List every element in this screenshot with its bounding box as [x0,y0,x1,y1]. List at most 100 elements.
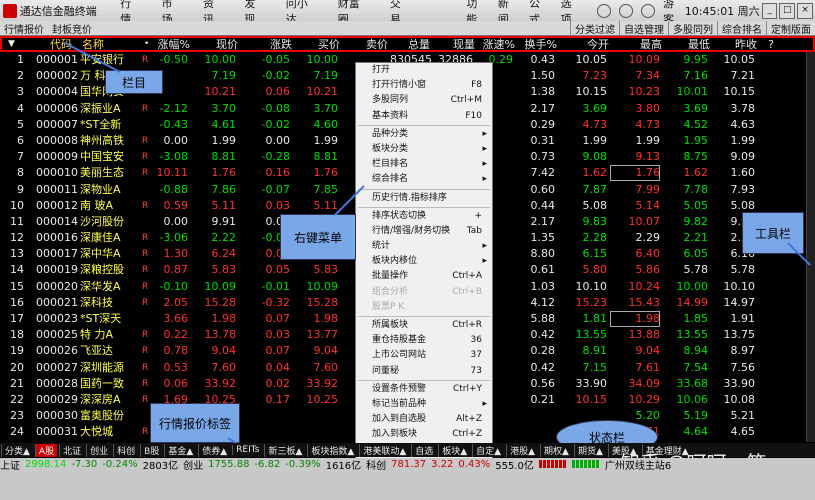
tool-button[interactable]: 综合排名 [717,20,766,36]
tool-button[interactable]: 分类过滤 [570,20,619,36]
context-menu-item[interactable]: 行情/增强/财务切换 Tab [356,224,492,239]
user-icon[interactable] [641,3,656,18]
message-icon[interactable] [597,3,612,18]
column-header[interactable]: 涨速% [481,36,515,52]
context-menu-item[interactable]: 上市公司网站 37 [356,348,492,363]
context-menu-item[interactable]: 板块分类 ▸ [356,142,492,157]
market-tab[interactable]: 科创 [113,443,138,457]
cell-chg: 0.04 [265,360,291,374]
cell-open: 6.15 [582,247,608,261]
cell-open: 8.91 [582,344,608,358]
cell-pct: -0.88 [159,182,188,196]
server-name[interactable]: 广州双线主站6 [605,457,671,472]
context-menu-item[interactable]: 问董秘 73 [356,364,492,379]
context-menu-item[interactable]: 基本资料 F10 [356,109,492,124]
column-header[interactable]: 换手% [523,36,557,52]
cell-i: 8 [17,166,24,180]
context-menu-item[interactable]: 品种分类 ▸ [356,127,492,142]
minimize-button[interactable]: _ [761,2,778,19]
market-tab[interactable]: 自选 [411,443,436,457]
context-menu-item[interactable]: 栏目排名 ▸ [356,157,492,172]
context-menu-label: 打开 [372,65,391,75]
cell-name: 南 玻A [80,198,114,212]
market-tab[interactable]: 期货▲ [573,443,606,457]
cell-code: 000030 [36,409,78,423]
view-tab[interactable]: 封板竞价 [48,25,96,36]
view-tab[interactable]: 行情报价 [0,25,48,36]
market-tab[interactable]: 港股▲ [506,443,538,457]
index-summary: 上证 2998.14 -7.30 -0.24% 2803亿 创业 1755.88… [0,457,676,472]
column-header[interactable]: 最高 [612,36,662,52]
cell-high: 13.88 [628,328,661,342]
cell-i: 20 [10,360,24,374]
cell-name: 深康佳A [80,231,121,245]
market-tab[interactable]: 债券▲ [198,443,230,457]
context-menu-item[interactable]: 所属板块 Ctrl+R [356,318,492,333]
market-tab[interactable]: 基金▲ [164,443,196,457]
column-header[interactable]: 卖价 [354,36,388,52]
market-tab[interactable]: 板块指数▲ [307,443,357,457]
market-tab[interactable]: 板块▲ [438,443,470,457]
headset-icon[interactable] [619,3,634,18]
cell-price: 10.21 [204,85,237,99]
market-tab[interactable]: 创业 [86,443,111,457]
cell-name: *ST全新 [80,117,122,131]
cy-label[interactable]: 创业 [183,457,203,472]
context-menu-item[interactable]: 设置条件预警 Ctrl+Y [356,382,492,397]
context-menu-item[interactable]: 重仓持股基金 36 [356,333,492,348]
cell-bid: 7.19 [313,69,339,83]
menu-separator [358,316,490,317]
cell-low: 8.94 [683,344,709,358]
context-menu-item[interactable]: 历史行情.指标排序 [356,191,492,206]
cell-i: 7 [17,150,24,164]
context-menu-item[interactable]: 统计 ▸ [356,239,492,254]
context-menu-item[interactable]: 打开 [356,63,492,78]
kc-label[interactable]: 科创 [366,457,386,472]
column-header[interactable]: 昨收 [717,36,757,52]
market-tab[interactable]: 北证 [59,443,84,457]
context-menu-shortcut: Ctrl+Y [452,383,482,394]
context-menu-item[interactable]: 打开行情小窗 F8 [356,78,492,93]
context-menu-label: 排序状态切换 [372,210,427,221]
sh-label[interactable]: 上证 [0,457,20,472]
context-menu-item[interactable]: 综合排名 ▸ [356,172,492,187]
column-header[interactable]: 涨跌 [252,36,292,52]
market-tab[interactable]: 新三板▲ [264,443,305,457]
tool-button[interactable]: 自选管理 [619,20,668,36]
tool-button[interactable]: 定制版面 [766,20,815,36]
context-menu-item[interactable]: 加入到板块 Ctrl+Z [356,427,492,442]
column-header[interactable]: 现价 [200,36,238,52]
context-menu-item[interactable]: 板块内移位 ▸ [356,254,492,269]
market-tab[interactable]: B股 [140,443,162,457]
cell-name: 深振业A [80,101,121,115]
tool-button[interactable]: 多股同列 [668,20,717,36]
column-header[interactable]: 最低 [662,36,710,52]
market-tab[interactable]: 自定▲ [472,443,504,457]
column-header[interactable]: 总量 [392,36,430,52]
column-header[interactable]: 买价 [302,36,340,52]
maximize-button[interactable]: □ [779,2,796,19]
market-tab[interactable]: 期权▲ [540,443,572,457]
market-tab[interactable]: 分类▲ [1,443,33,457]
header-menu-icon[interactable]: ▼ [8,39,15,49]
market-tab[interactable]: A股 [34,443,58,457]
cell-low: 9.95 [683,53,709,66]
cell-high: 9.04 [635,344,661,358]
column-header[interactable]: 现量 [439,36,475,52]
cell-code: 000027 [36,360,78,374]
market-tab[interactable]: 港美联动▲ [359,443,409,457]
cell-open: 7.15 [582,360,608,374]
market-tab[interactable]: REITs [232,445,262,455]
context-menu-item[interactable]: 加入到自选股 Alt+Z [356,412,492,427]
cell-price: 1.99 [211,133,237,147]
context-menu-item[interactable]: 批量操作 Ctrl+A [356,269,492,284]
column-header[interactable]: 今开 [559,36,609,52]
context-menu-item[interactable]: 多股同列 Ctrl+M [356,93,492,108]
context-menu-item[interactable]: 排序状态切换 + [356,209,492,224]
cy-value: 1755.88 [208,458,250,470]
cell-low: 5.78 [683,263,709,277]
close-button[interactable]: × [797,2,814,19]
context-menu-item[interactable]: 标记当前品种 ▸ [356,397,492,412]
cell-high: 10.23 [628,85,661,99]
column-header[interactable]: ? [762,38,774,51]
